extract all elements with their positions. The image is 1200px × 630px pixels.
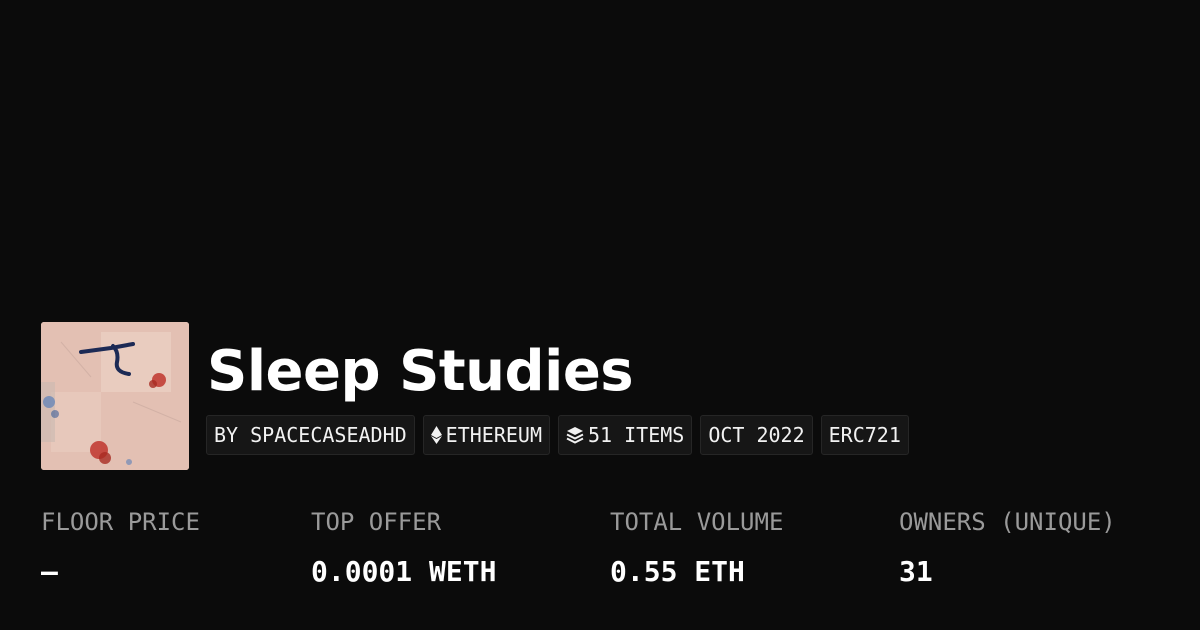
creator-tag-label: BY SPACECASEADHD <box>214 423 407 447</box>
collection-tags: BY SPACECASEADHD ETHEREUM 51 ITEMS OCT 2… <box>206 415 909 455</box>
date-tag: OCT 2022 <box>700 415 813 455</box>
stat-floor-price: FLOOR PRICE – <box>41 506 200 588</box>
collection-title: Sleep Studies <box>207 339 634 404</box>
items-tag-label: 51 ITEMS <box>587 423 685 447</box>
standard-tag: ERC721 <box>820 415 909 455</box>
owners-value: 31 <box>899 555 933 588</box>
top-offer-value: 0.0001 WETH <box>311 555 497 588</box>
stat-top-offer: TOP OFFER 0.0001 WETH <box>311 506 496 588</box>
date-tag-label: OCT 2022 <box>708 423 805 447</box>
floor-price-label: FLOOR PRICE <box>41 508 200 536</box>
ethereum-icon <box>430 426 442 444</box>
owners-label: OWNERS (UNIQUE) <box>899 508 1116 536</box>
total-volume-value: 0.55 ETH <box>610 555 745 588</box>
top-offer-label: TOP OFFER <box>311 508 442 536</box>
chain-tag-label: ETHEREUM <box>445 423 542 447</box>
items-tag[interactable]: 51 ITEMS <box>557 415 693 455</box>
floor-price-value: – <box>41 555 58 588</box>
collection-thumbnail <box>41 322 189 470</box>
stat-owners: OWNERS (UNIQUE) 31 <box>899 506 1116 588</box>
standard-tag-label: ERC721 <box>828 423 901 447</box>
layers-icon <box>566 426 584 444</box>
total-volume-label: TOTAL VOLUME <box>610 508 784 536</box>
chain-tag[interactable]: ETHEREUM <box>422 415 550 455</box>
creator-tag[interactable]: BY SPACECASEADHD <box>206 415 415 455</box>
stat-total-volume: TOTAL VOLUME 0.55 ETH <box>610 506 783 588</box>
